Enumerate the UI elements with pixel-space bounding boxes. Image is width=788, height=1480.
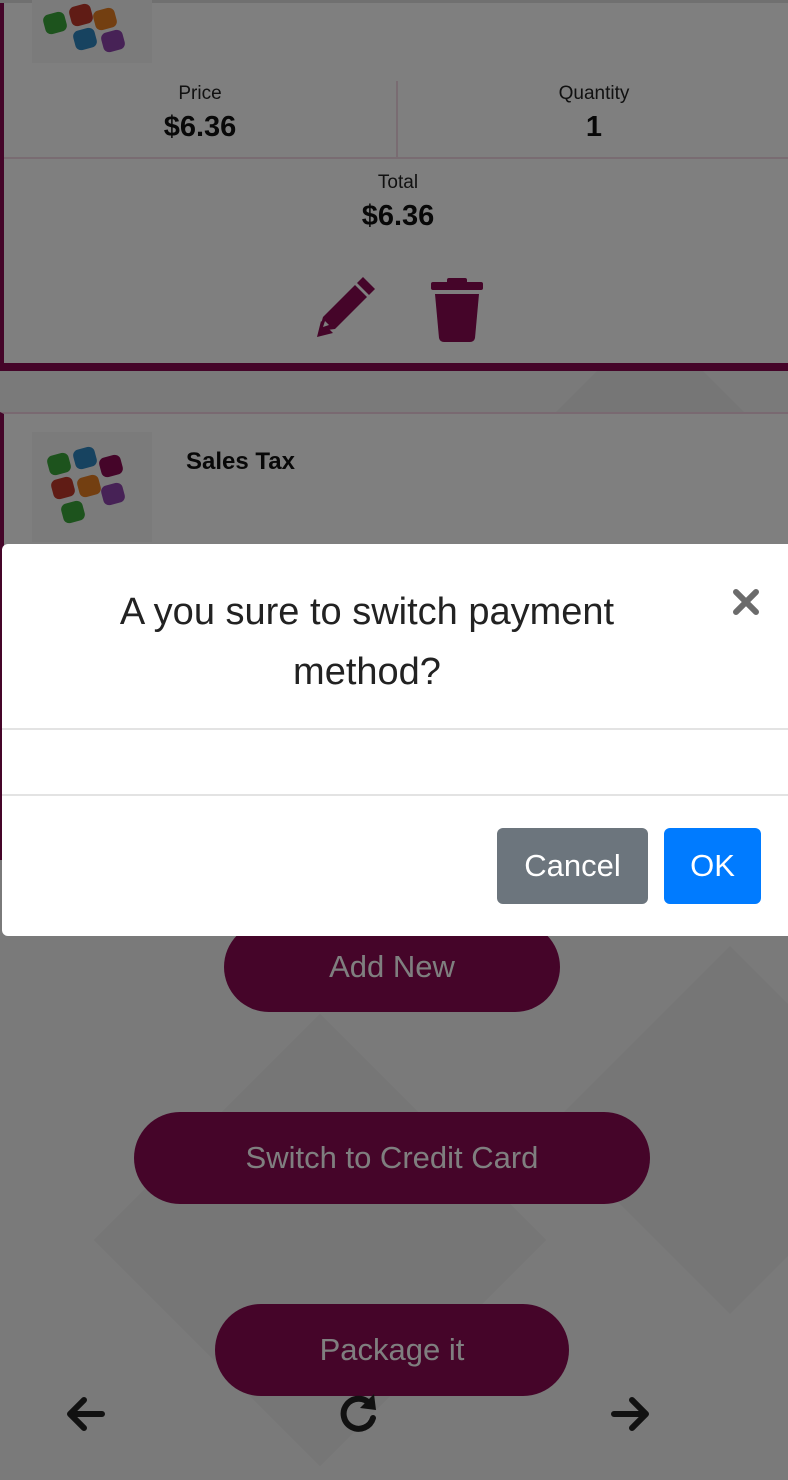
close-icon bbox=[733, 589, 759, 615]
confirm-dialog: A you sure to switch payment method? Can… bbox=[2, 544, 788, 936]
ok-button[interactable]: OK bbox=[664, 828, 761, 904]
dialog-title: A you sure to switch payment method? bbox=[119, 591, 615, 693]
dialog-footer-divider bbox=[2, 794, 788, 796]
cancel-button[interactable]: Cancel bbox=[497, 828, 648, 904]
dialog-header-divider bbox=[2, 728, 788, 730]
dialog-body bbox=[32, 744, 732, 784]
close-button[interactable] bbox=[728, 584, 764, 620]
